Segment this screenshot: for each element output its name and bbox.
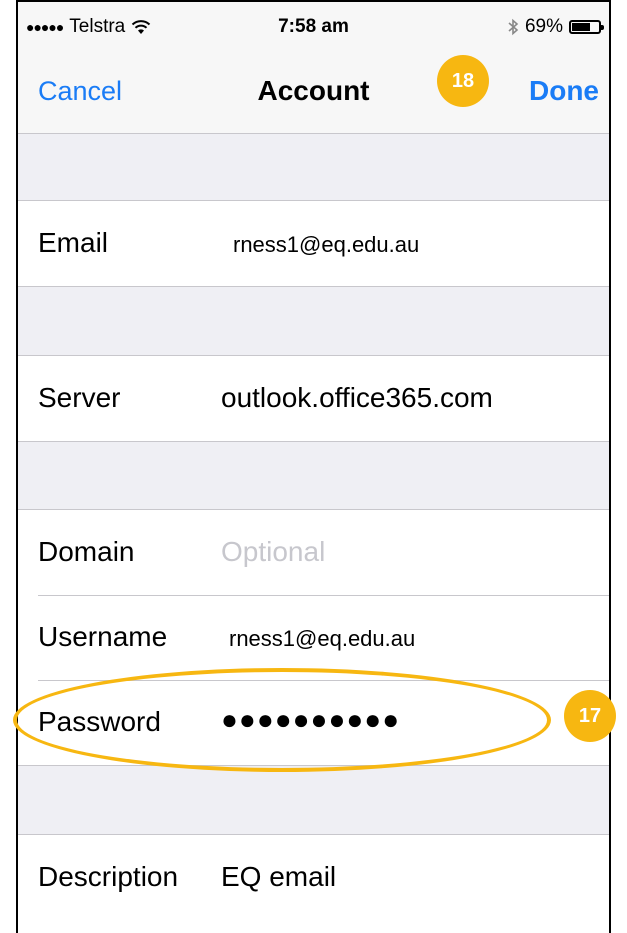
bluetooth-icon xyxy=(508,18,519,36)
email-group: Email rness1@eq.edu.au xyxy=(18,200,609,287)
server-field[interactable]: outlook.office365.com xyxy=(221,382,493,414)
description-field[interactable]: EQ email xyxy=(221,861,336,893)
email-row[interactable]: Email rness1@eq.edu.au xyxy=(18,201,609,286)
username-row[interactable]: Username rness1@eq.edu.au xyxy=(18,595,609,680)
description-row[interactable]: Description EQ email xyxy=(18,835,609,920)
navigation-bar: Cancel Account Done xyxy=(18,52,609,134)
domain-field[interactable]: Optional xyxy=(221,536,325,568)
server-group: Server outlook.office365.com xyxy=(18,355,609,442)
battery-percent: 69% xyxy=(524,16,563,37)
description-label: Description xyxy=(38,861,179,892)
email-field[interactable]: rness1@eq.edu.au xyxy=(233,232,419,258)
username-field[interactable]: rness1@eq.edu.au xyxy=(229,626,415,652)
phone-screen: ●●●●● Telstra 7:58 am 69% Cancel Account… xyxy=(16,0,611,933)
email-label: Email xyxy=(38,227,109,258)
step-17-badge: 17 xyxy=(564,690,616,742)
page-title: Account xyxy=(257,75,370,106)
domain-label: Domain xyxy=(38,536,135,567)
battery-icon xyxy=(569,20,604,34)
server-label: Server xyxy=(38,382,121,413)
description-group: Description EQ email xyxy=(18,834,609,933)
username-label: Username xyxy=(38,621,168,652)
domain-row[interactable]: Domain Optional xyxy=(18,510,609,595)
done-button[interactable]: Done xyxy=(529,75,599,107)
status-bar: ●●●●● Telstra 7:58 am 69% xyxy=(18,2,609,52)
server-row[interactable]: Server outlook.office365.com xyxy=(18,356,609,441)
battery-fill xyxy=(572,23,590,31)
step-18-badge: 18 xyxy=(437,55,489,107)
password-highlight-ring xyxy=(13,668,551,772)
